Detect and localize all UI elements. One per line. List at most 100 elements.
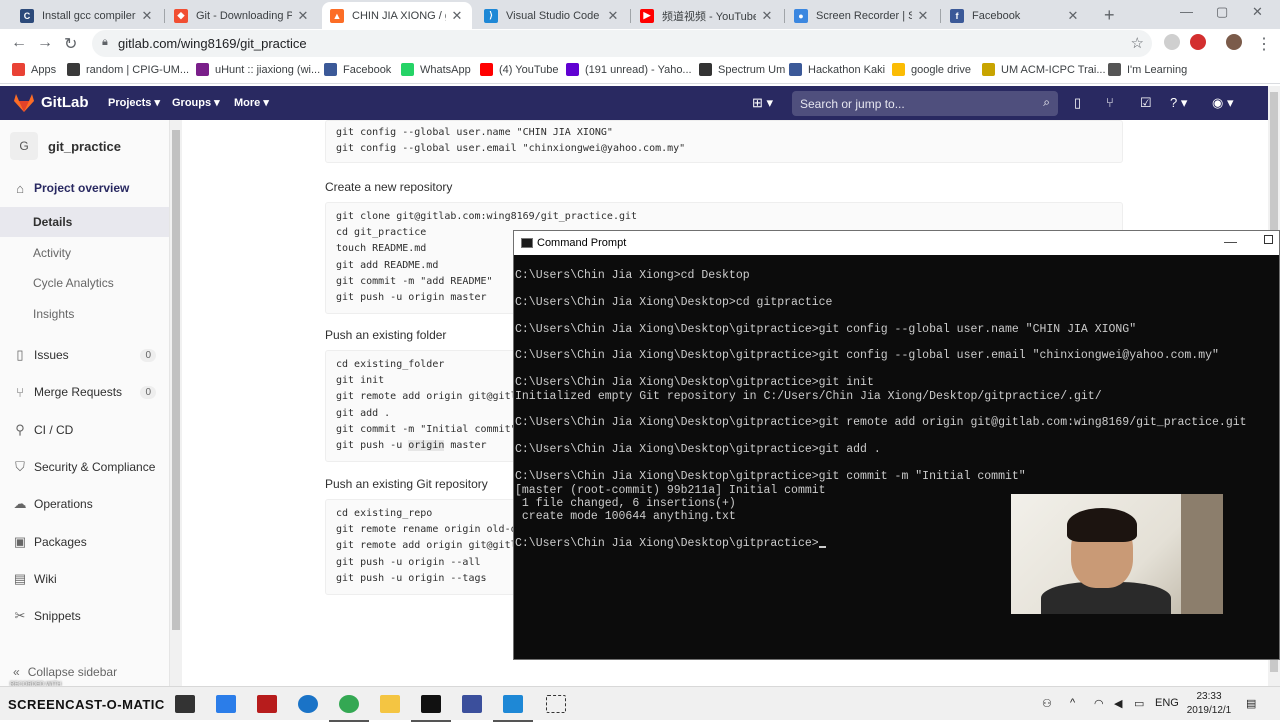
browser-tab[interactable]: ● Screen Recorder | Scre ✕ <box>786 2 938 29</box>
bookmark-label: random | CPIG-UM... <box>86 63 190 76</box>
people-icon[interactable]: ⚇ <box>1042 697 1052 710</box>
back-icon[interactable]: ← <box>11 34 27 52</box>
app-taskbar-icon[interactable] <box>462 695 482 713</box>
tab-close-icon[interactable]: ✕ <box>760 8 774 24</box>
bookmark-item[interactable]: UM ACM-ICPC Trai... <box>982 63 1106 76</box>
tray-overflow-icon[interactable]: ^ <box>1070 697 1075 709</box>
bookmark-item[interactable]: random | CPIG-UM... <box>67 63 189 76</box>
close-window-icon[interactable]: ✕ <box>1252 4 1263 20</box>
reload-icon[interactable]: ↻ <box>64 34 77 54</box>
sidebar-subitem[interactable]: Details <box>0 207 169 237</box>
package-icon: ▣ <box>13 533 27 549</box>
bookmark-item[interactable]: WhatsApp <box>401 63 471 76</box>
search-box[interactable]: ⌕ <box>792 91 1058 116</box>
project-header[interactable]: G git_practice <box>0 130 169 162</box>
sidebar-subitem[interactable]: Cycle Analytics <box>0 268 169 298</box>
browser-tab[interactable]: C Install gcc compiler on ✕ <box>12 2 162 29</box>
notification-icon[interactable]: ▤ <box>1246 697 1256 710</box>
search-icon: ⌕ <box>1043 95 1050 109</box>
chrome-icon[interactable] <box>329 695 369 722</box>
bookmark-item[interactable]: Hackathon Kaki <box>789 63 885 76</box>
mail-icon[interactable] <box>175 695 195 713</box>
terminal-cursor <box>818 546 826 549</box>
groups-menu[interactable]: Groups ▾ <box>172 96 220 109</box>
address-bar[interactable]: 🔒︎ gitlab.com/wing8169/git_practice ☆ <box>92 30 1152 57</box>
system-clock[interactable]: 23:33 2019/12/1 <box>1180 690 1238 718</box>
minimize-window-icon[interactable]: — <box>1180 4 1193 19</box>
shield-icon: ⛉ <box>15 458 25 474</box>
new-item-icon[interactable]: ⊞ ▾ <box>752 95 773 111</box>
tab-close-icon[interactable]: ✕ <box>1066 8 1080 24</box>
forward-icon[interactable]: → <box>37 34 53 52</box>
maximize-window-icon[interactable]: ▢ <box>1216 4 1228 20</box>
bookmark-label: google drive <box>911 63 971 76</box>
battery-icon[interactable]: ▭ <box>1134 697 1144 710</box>
issues-nav-icon[interactable]: ▯ <box>1074 95 1081 111</box>
sidebar-item[interactable]: ☁ Operations <box>0 489 169 519</box>
browser-tab[interactable]: ◆ Git - Downloading Pac ✕ <box>166 2 318 29</box>
task-view-icon[interactable] <box>216 695 236 713</box>
tab-close-icon[interactable]: ✕ <box>140 8 154 24</box>
help-icon[interactable]: ? ▾ <box>1170 95 1187 111</box>
bookmark-item[interactable]: I'm Learning <box>1108 63 1187 76</box>
sidebar-item[interactable]: ⑂ Merge Requests 0 <box>0 377 169 407</box>
cmd-maximize-icon[interactable] <box>1264 235 1273 244</box>
search-input[interactable] <box>800 95 1030 112</box>
bookmark-item[interactable]: (191 unread) - Yaho... <box>566 63 692 76</box>
garena-icon[interactable] <box>257 695 277 713</box>
edge-icon[interactable] <box>298 695 318 713</box>
profile-avatar[interactable] <box>1226 34 1242 50</box>
sidebar-item[interactable]: ⚲ CI / CD <box>0 415 169 445</box>
extension-shield-icon[interactable] <box>1164 34 1180 50</box>
tab-close-icon[interactable]: ✕ <box>450 8 464 24</box>
collapse-sidebar-button[interactable]: « Collapse sidebar <box>0 660 169 684</box>
bookmark-item[interactable]: (4) YouTube <box>480 63 559 76</box>
sidebar-item[interactable]: ▣ Packages <box>0 527 169 557</box>
sidebar-item[interactable]: ▤ Wiki <box>0 564 169 594</box>
todos-nav-icon[interactable]: ☑ <box>1140 95 1152 111</box>
scissors-icon: ✂ <box>14 608 26 624</box>
command-prompt-titlebar[interactable]: Command Prompt — <box>514 231 1279 255</box>
sidebar-item[interactable]: ✂ Snippets <box>0 601 169 631</box>
bookmark-item[interactable]: Spectrum Um <box>699 63 785 76</box>
bookmark-item[interactable]: google drive <box>892 63 971 76</box>
user-avatar-icon[interactable]: ◉ ▾ <box>1212 95 1233 111</box>
sidebar-item[interactable]: ⛉ Security & Compliance <box>0 452 169 482</box>
file-explorer-icon[interactable] <box>380 695 400 713</box>
browser-tab-strip: C Install gcc compiler on ✕ ◆ Git - Download… <box>0 0 1280 29</box>
projects-menu[interactable]: Projects ▾ <box>108 96 160 109</box>
snipping-tool-icon[interactable] <box>546 695 566 713</box>
wifi-icon[interactable]: ◠ <box>1094 697 1104 710</box>
terminal-icon <box>521 238 533 248</box>
browser-tab[interactable]: ▶ 频道视频 - YouTube St ✕ <box>632 2 782 29</box>
sidebar-subitem[interactable]: Insights <box>0 299 169 329</box>
input-language[interactable]: ENG <box>1155 697 1179 709</box>
bookmark-item[interactable]: uHunt :: jiaxiong (wi... <box>196 63 320 76</box>
bookmark-star-icon[interactable]: ☆ <box>1131 34 1144 52</box>
vscode-taskbar-icon[interactable] <box>493 695 533 722</box>
gitlab-logo-icon[interactable] <box>14 94 34 112</box>
extension-yab-icon[interactable] <box>1190 34 1206 50</box>
browser-tab[interactable]: ▲ CHIN JIA XIONG / git_ ✕ <box>322 2 472 29</box>
merge-requests-nav-icon[interactable]: ⑂ <box>1106 95 1114 110</box>
tab-close-icon[interactable]: ✕ <box>606 8 620 24</box>
tab-close-icon[interactable]: ✕ <box>296 8 310 24</box>
more-menu[interactable]: More ▾ <box>234 96 269 109</box>
sidebar-item-project-overview[interactable]: ⌂ Project overview <box>0 173 169 203</box>
browser-tab[interactable]: f Facebook ✕ <box>942 2 1088 29</box>
cmd-taskbar-icon[interactable] <box>411 695 451 722</box>
bookmark-item[interactable]: Apps <box>12 63 56 76</box>
browser-menu-icon[interactable]: ⋮ <box>1256 34 1272 54</box>
sidebar-item-label: Issues <box>34 348 69 362</box>
sidebar-item[interactable]: ▯ Issues 0 <box>0 340 169 370</box>
new-tab-button[interactable]: + <box>1104 5 1115 26</box>
bookmark-item[interactable]: Facebook <box>324 63 391 76</box>
gitlab-brand[interactable]: GitLab <box>41 94 89 111</box>
tab-close-icon[interactable]: ✕ <box>916 8 930 24</box>
cmd-minimize-icon[interactable]: — <box>1224 234 1237 249</box>
browser-tab[interactable]: ⟩ Visual Studio Code - C ✕ <box>476 2 628 29</box>
volume-icon[interactable]: ◀︎ <box>1114 697 1122 710</box>
sidebar-subitem[interactable]: Activity <box>0 238 169 268</box>
sidebar-scrollbar[interactable] <box>170 120 182 686</box>
bookmark-label: uHunt :: jiaxiong (wi... <box>215 63 321 76</box>
